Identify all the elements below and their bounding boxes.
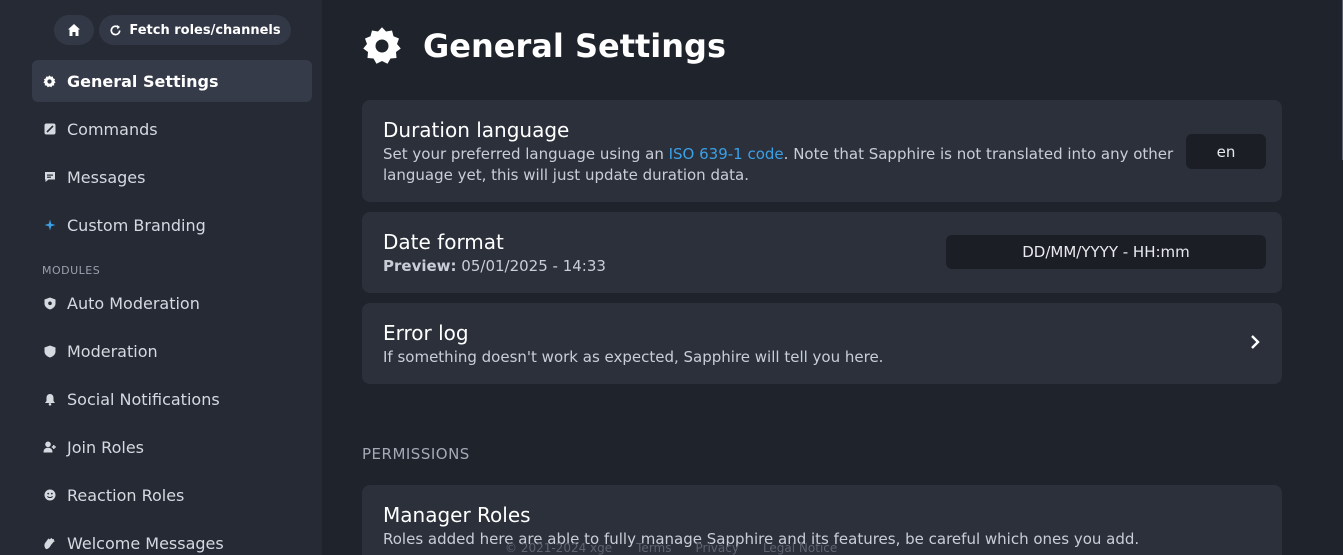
sidebar-item-social-notifications[interactable]: Social Notifications	[32, 378, 312, 420]
date-format-title: Date format	[383, 230, 504, 254]
sidebar-item-auto-moderation[interactable]: Auto Moderation	[32, 282, 312, 324]
duration-language-input[interactable]: en	[1186, 134, 1266, 169]
gear-icon	[43, 74, 56, 88]
shield-cog-icon	[43, 297, 56, 310]
message-icon	[43, 171, 56, 184]
home-icon	[68, 24, 80, 36]
gear-icon	[363, 27, 401, 64]
duration-language-card: Duration language Set your preferred lan…	[362, 100, 1282, 202]
footer-legal-link[interactable]: Legal Notice	[763, 541, 837, 555]
sidebar-item-label: Join Roles	[67, 437, 144, 457]
iso-code-link[interactable]: ISO 639-1 code	[669, 145, 784, 163]
sidebar-item-join-roles[interactable]: Join Roles	[32, 426, 312, 468]
sidebar-item-commands[interactable]: Commands	[32, 108, 312, 150]
home-button[interactable]	[54, 15, 94, 45]
modules-section-label: MODULES	[42, 264, 101, 277]
sidebar-item-general-settings[interactable]: General Settings	[32, 60, 312, 102]
sidebar-item-reaction-roles[interactable]: Reaction Roles	[32, 474, 312, 516]
duration-desc-text: Set your preferred language using an	[383, 145, 669, 163]
chevron-right-icon	[1251, 335, 1260, 349]
fetch-roles-button[interactable]: Fetch roles/channels	[99, 15, 291, 45]
sidebar-item-label: Auto Moderation	[67, 293, 200, 313]
duration-language-description: Set your preferred language using an ISO…	[383, 144, 1183, 186]
wave-icon	[43, 537, 56, 550]
error-log-description: If something doesn't work as expected, S…	[383, 348, 884, 366]
footer-privacy-link[interactable]: Privacy	[695, 541, 738, 555]
sidebar-item-label: Custom Branding	[67, 215, 206, 235]
sidebar-item-label: Social Notifications	[67, 389, 220, 409]
sparkle-icon	[43, 219, 56, 232]
footer-copyright: © 2021-2024 xge	[505, 541, 613, 555]
sidebar-item-custom-branding[interactable]: Custom Branding	[32, 204, 312, 246]
sidebar: Fetch roles/channels General Settings Co…	[0, 0, 322, 555]
shield-icon	[43, 345, 56, 358]
page-title: General Settings	[362, 26, 726, 66]
sidebar-item-welcome-messages[interactable]: Welcome Messages	[32, 522, 312, 555]
fetch-roles-label: Fetch roles/channels	[129, 22, 281, 38]
permissions-section-label: PERMISSIONS	[362, 445, 470, 463]
command-icon	[43, 123, 56, 136]
error-log-card[interactable]: Error log If something doesn't work as e…	[362, 303, 1282, 384]
smile-icon	[43, 489, 56, 502]
sidebar-item-label: Reaction Roles	[67, 485, 185, 505]
error-log-title: Error log	[383, 321, 469, 345]
sidebar-item-label: Messages	[67, 167, 146, 187]
sidebar-item-label: Welcome Messages	[67, 533, 224, 553]
sidebar-item-label: Commands	[67, 119, 158, 139]
preview-value: 05/01/2025 - 14:33	[461, 257, 606, 275]
sidebar-item-moderation[interactable]: Moderation	[32, 330, 312, 372]
preview-label: Preview:	[383, 257, 457, 275]
refresh-icon	[110, 24, 121, 35]
sidebar-item-label: General Settings	[67, 71, 219, 91]
page-title-text: General Settings	[423, 27, 726, 65]
footer-terms-link[interactable]: Terms	[636, 541, 671, 555]
date-format-card: Date format Preview: 05/01/2025 - 14:33 …	[362, 212, 1282, 293]
date-format-preview: Preview: 05/01/2025 - 14:33	[383, 256, 606, 277]
footer: © 2021-2024 xge Terms Privacy Legal Noti…	[505, 541, 837, 555]
user-add-icon	[43, 441, 56, 454]
duration-language-title: Duration language	[383, 118, 570, 142]
sidebar-item-label: Moderation	[67, 341, 158, 361]
date-format-input[interactable]: DD/MM/YYYY - HH:mm	[946, 235, 1266, 269]
manager-roles-title: Manager Roles	[383, 503, 531, 527]
sidebar-item-messages[interactable]: Messages	[32, 156, 312, 198]
bell-icon	[43, 393, 56, 406]
